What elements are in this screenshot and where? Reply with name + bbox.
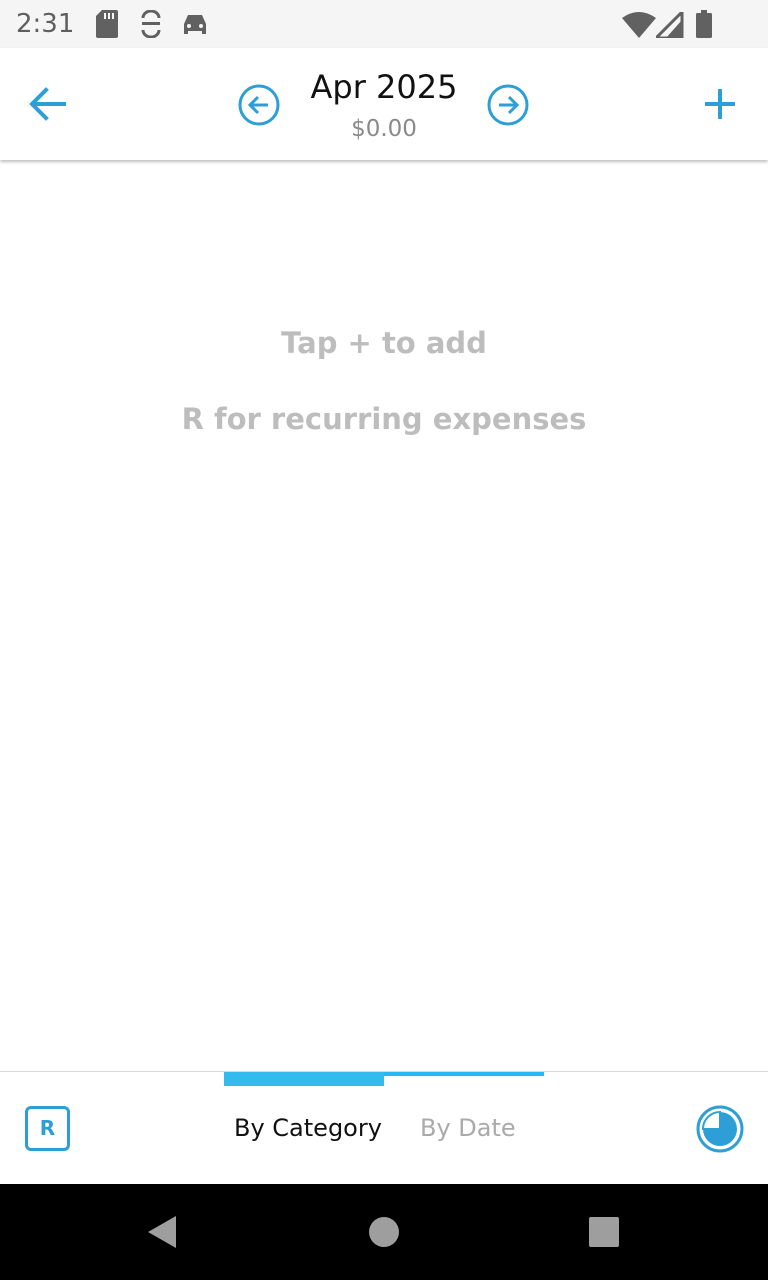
car-icon [184,15,206,34]
signal-icon [656,12,684,38]
sync-icon [141,10,161,38]
month-total: $0.00 [351,116,417,142]
navigation-bar [0,1184,768,1280]
screen: 2:31 Apr 2025 $0.00 Tap + to add R for r… [0,0,768,1280]
recents-square-icon[interactable] [588,1216,620,1248]
next-month-icon[interactable] [486,83,530,127]
app-bar: Apr 2025 $0.00 [0,48,768,160]
bottom-bar: R By Category By Date [0,1071,768,1184]
back-triangle-icon[interactable] [146,1214,178,1250]
empty-state-recurring-hint: R for recurring expenses [181,402,587,436]
wifi-icon [622,12,656,38]
status-bar: 2:31 [0,0,768,48]
home-circle-icon[interactable] [368,1216,400,1248]
recurring-button[interactable]: R [25,1106,70,1151]
tab-by-date[interactable]: By Date [420,1114,516,1142]
month-title: Apr 2025 [310,68,458,106]
battery-icon [696,10,712,38]
back-arrow-icon[interactable] [28,86,68,122]
empty-state-add-hint: Tap + to add [281,326,487,360]
tab-by-category[interactable]: By Category [234,1114,382,1142]
pie-chart-icon[interactable] [695,1104,745,1154]
status-time: 2:31 [16,9,75,39]
sd-card-icon [96,10,118,38]
recurring-button-label: R [39,1116,56,1140]
previous-month-icon[interactable] [237,83,281,127]
tab-indicator-active [224,1072,384,1086]
add-expense-icon[interactable] [703,87,737,121]
